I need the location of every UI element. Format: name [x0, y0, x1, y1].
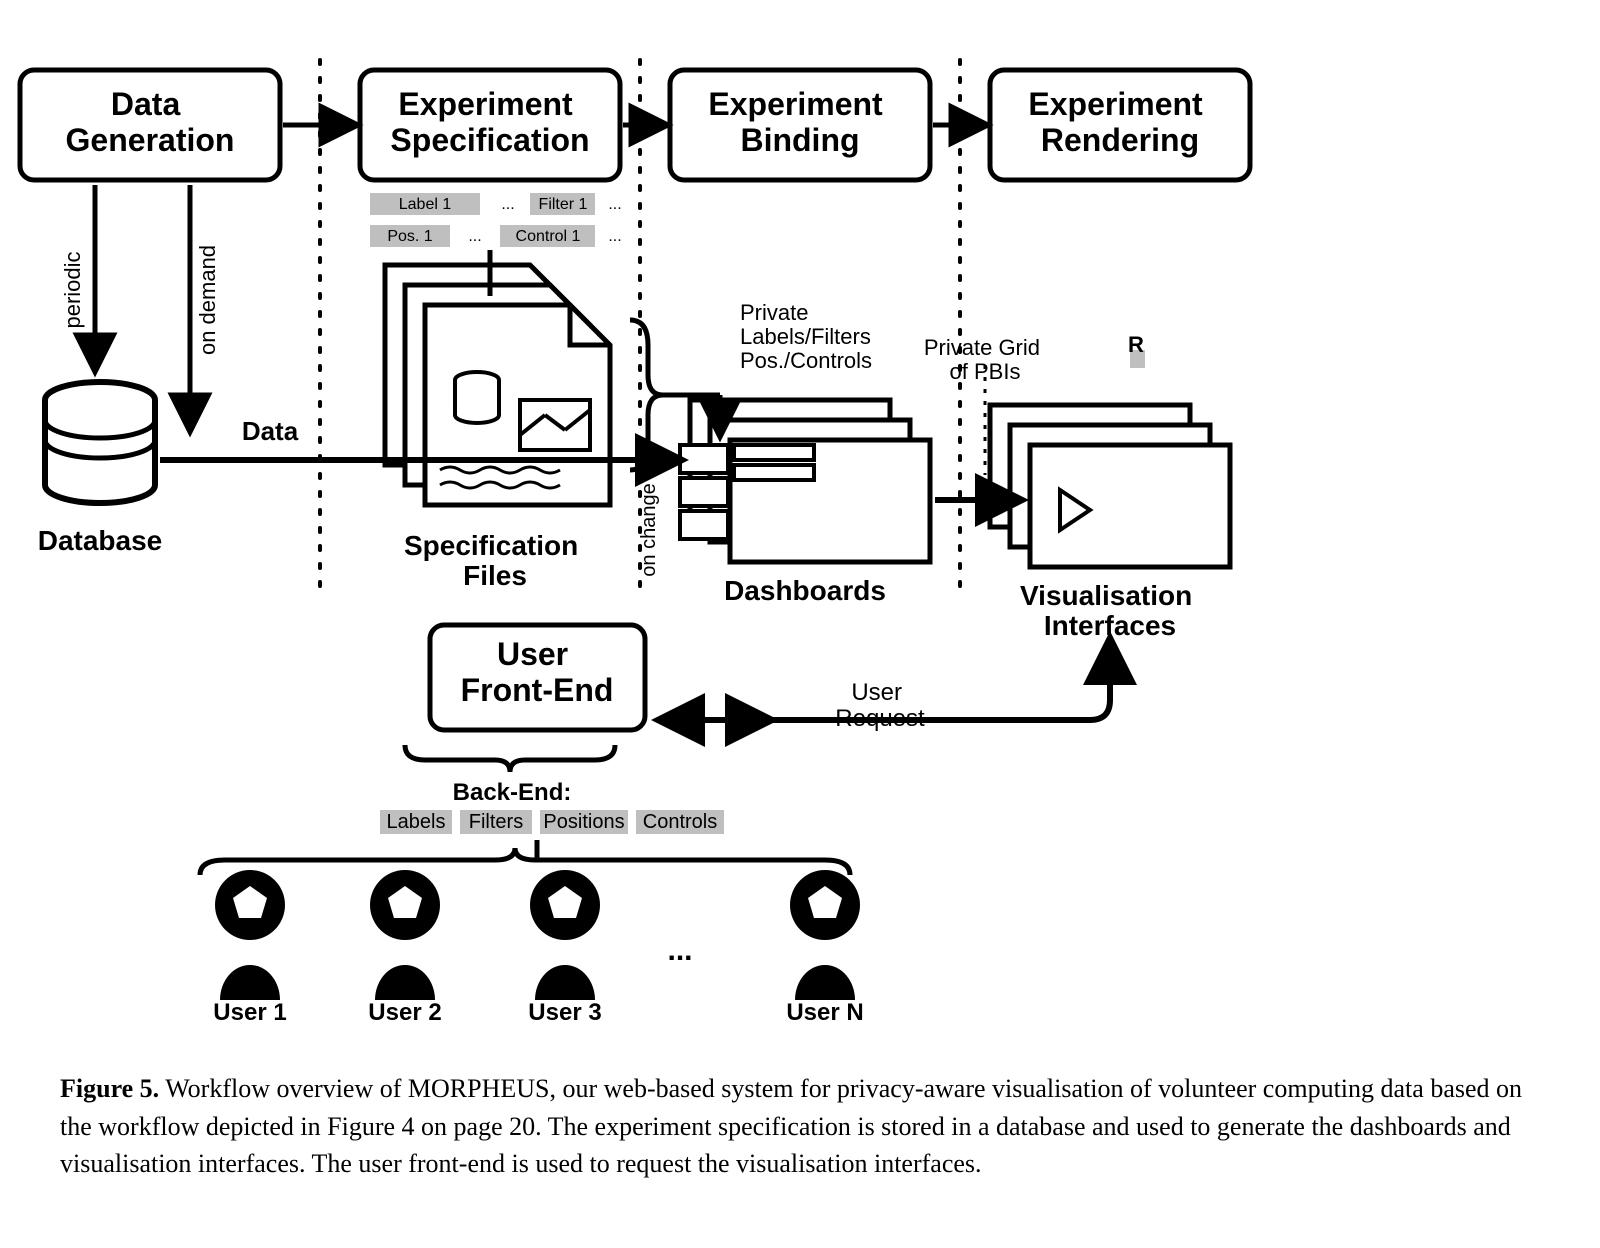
binding-arrow-label: Private Grid of PBIs	[924, 335, 1046, 384]
sublabel-ellipsis2: ...	[608, 196, 621, 213]
visualisations-icon: R Visualisation Interfaces	[990, 332, 1230, 641]
specification-files-icon: Specification Files	[385, 265, 610, 591]
spec-sublabels: Label 1 ... Filter 1 ... Pos. 1 ... Cont…	[370, 193, 622, 247]
arrow-label-periodic: periodic	[60, 251, 85, 328]
backend-filters: Filters	[469, 811, 523, 833]
user-frontend-box: User Front-End	[430, 625, 645, 730]
experiment-rendering-label: Experiment Rendering	[1028, 86, 1211, 158]
on-change-label: on change	[638, 483, 660, 576]
experiment-specification-label: Experiment Specification	[390, 86, 589, 158]
userN-label: User N	[786, 999, 863, 1026]
backend-labels: Labels	[387, 811, 446, 833]
experiment-specification-box: Experiment Specification	[360, 70, 620, 180]
data-generation-box: Data Generation	[20, 70, 280, 180]
dashboards-label: Dashboards	[724, 575, 886, 606]
database-icon: Database	[38, 382, 163, 556]
morpheus-architecture-diagram: Data Generation Experiment Specification…	[0, 0, 1600, 1248]
user-icon: User 1	[213, 870, 286, 1026]
experiment-rendering-box: Experiment Rendering	[990, 70, 1250, 180]
user-icon: User 3	[528, 870, 601, 1026]
user1-label: User 1	[213, 999, 286, 1026]
user3-label: User 3	[528, 999, 601, 1026]
sublabel-filter1: Filter 1	[539, 196, 588, 213]
sublabel-ellipsis4: ...	[608, 228, 621, 245]
spec-arrow-label: Private Labels/Filters Pos./Controls	[740, 300, 877, 373]
user-icon: User 2	[368, 870, 441, 1026]
sublabel-ellipsis1: ...	[501, 196, 514, 213]
render-frontend-arrow: User Request	[660, 640, 1110, 732]
backend-positions: Positions	[543, 811, 624, 833]
sublabel-label1: Label 1	[399, 196, 452, 213]
user-icon: User N	[786, 870, 863, 1026]
sublabel-pos1: Pos. 1	[387, 228, 432, 245]
spec-files-label: Specification Files	[404, 530, 586, 591]
sublabel-ellipsis3: ...	[468, 228, 481, 245]
database-label: Database	[38, 525, 163, 556]
experiment-binding-box: Experiment Binding	[670, 70, 930, 180]
users-row: User 1 User 2 User 3 ...	[213, 870, 863, 1026]
backend-controls: Controls	[643, 811, 717, 833]
user2-label: User 2	[368, 999, 441, 1026]
figure-caption-body: Workflow overview of MORPHEUS, our web-b…	[60, 1074, 1522, 1178]
rec-text: R	[1128, 332, 1144, 357]
figure-caption: Figure 5. Workflow overview of MORPHEUS,…	[60, 1070, 1540, 1240]
backend-brace: Back-End: Labels Filters Positions Contr…	[380, 745, 724, 834]
backend-header: Back-End:	[453, 779, 572, 806]
user-ellipsis: ...	[667, 934, 692, 967]
data-arrow-label: Data	[242, 416, 299, 446]
visualisations-label: Visualisation Interfaces	[1020, 580, 1200, 641]
arrow-label-ondemand: on demand	[195, 245, 220, 355]
render-frontend-label: User Request	[835, 679, 925, 732]
users-brace	[200, 848, 850, 875]
figure-caption-prefix: Figure 5.	[60, 1074, 159, 1103]
sublabel-control1: Control 1	[516, 228, 581, 245]
